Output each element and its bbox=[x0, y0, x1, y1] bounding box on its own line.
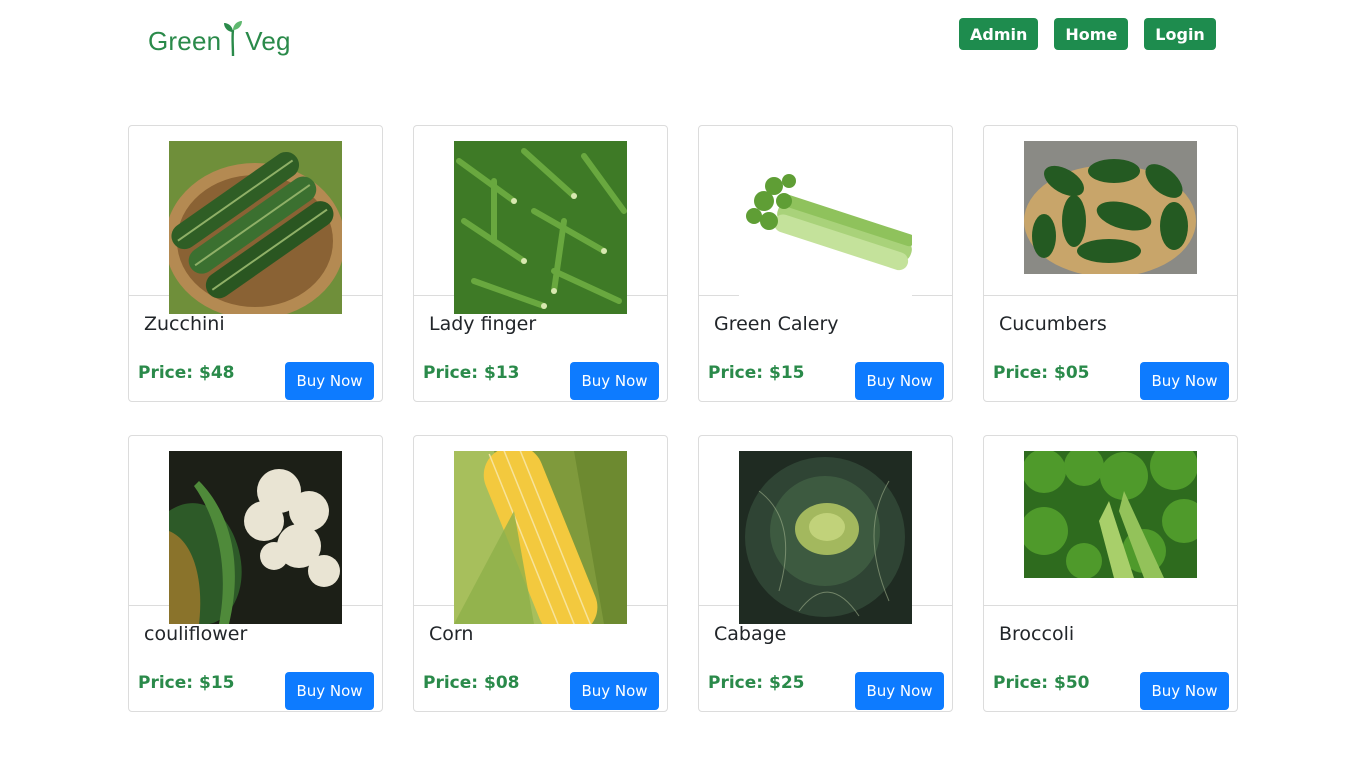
login-button[interactable]: Login bbox=[1144, 18, 1216, 50]
card-divider bbox=[984, 605, 1237, 606]
buy-now-button[interactable]: Buy Now bbox=[570, 672, 659, 710]
cauliflower-image bbox=[169, 451, 342, 624]
logo-text-left: Green bbox=[148, 26, 222, 56]
buy-now-button[interactable]: Buy Now bbox=[855, 672, 944, 710]
product-card: Zucchini Price: $48 Buy Now bbox=[128, 125, 383, 402]
product-name: Cucumbers bbox=[999, 313, 1107, 335]
product-card: Broccoli Price: $50 Buy Now bbox=[983, 435, 1238, 712]
product-price: Price: $25 bbox=[708, 673, 805, 693]
product-price: Price: $15 bbox=[708, 363, 805, 383]
product-card: couliflower Price: $15 Buy Now bbox=[128, 435, 383, 712]
logo-text-right: Veg bbox=[245, 26, 291, 56]
celery-image bbox=[739, 141, 912, 314]
product-name: Corn bbox=[429, 623, 474, 645]
site-logo[interactable]: Green Veg bbox=[148, 12, 308, 60]
card-divider bbox=[984, 295, 1237, 296]
product-price: Price: $13 bbox=[423, 363, 520, 383]
admin-button[interactable]: Admin bbox=[959, 18, 1039, 50]
product-card: Lady finger Price: $13 Buy Now bbox=[413, 125, 668, 402]
product-card: Corn Price: $08 Buy Now bbox=[413, 435, 668, 712]
product-price: Price: $05 bbox=[993, 363, 1090, 383]
corn-image bbox=[454, 451, 627, 624]
buy-now-button[interactable]: Buy Now bbox=[285, 672, 374, 710]
product-price: Price: $15 bbox=[138, 673, 235, 693]
product-card: Cabage Price: $25 Buy Now bbox=[698, 435, 953, 712]
zucchini-image bbox=[169, 141, 342, 314]
product-card: Cucumbers Price: $05 Buy Now bbox=[983, 125, 1238, 402]
product-price: Price: $48 bbox=[138, 363, 235, 383]
product-name: Lady finger bbox=[429, 313, 537, 335]
product-name: couliflower bbox=[144, 623, 248, 645]
cabbage-image bbox=[739, 451, 912, 624]
product-price: Price: $50 bbox=[993, 673, 1090, 693]
product-card: Green Calery Price: $15 Buy Now bbox=[698, 125, 953, 402]
broccoli-image bbox=[1024, 451, 1197, 578]
product-name: Zucchini bbox=[144, 313, 225, 335]
product-name: Broccoli bbox=[999, 623, 1075, 645]
product-price: Price: $08 bbox=[423, 673, 520, 693]
buy-now-button[interactable]: Buy Now bbox=[1140, 672, 1229, 710]
buy-now-button[interactable]: Buy Now bbox=[570, 362, 659, 400]
buy-now-button[interactable]: Buy Now bbox=[285, 362, 374, 400]
buy-now-button[interactable]: Buy Now bbox=[855, 362, 944, 400]
product-name: Cabage bbox=[714, 623, 787, 645]
buy-now-button[interactable]: Buy Now bbox=[1140, 362, 1229, 400]
sprout-icon bbox=[224, 21, 243, 56]
okra-image bbox=[454, 141, 627, 314]
product-grid: Zucchini Price: $48 Buy Now Lady finger … bbox=[128, 125, 1238, 712]
top-nav: Admin Home Login bbox=[959, 18, 1216, 50]
cucumbers-image bbox=[1024, 141, 1197, 274]
home-button[interactable]: Home bbox=[1054, 18, 1129, 50]
product-name: Green Calery bbox=[714, 313, 839, 335]
